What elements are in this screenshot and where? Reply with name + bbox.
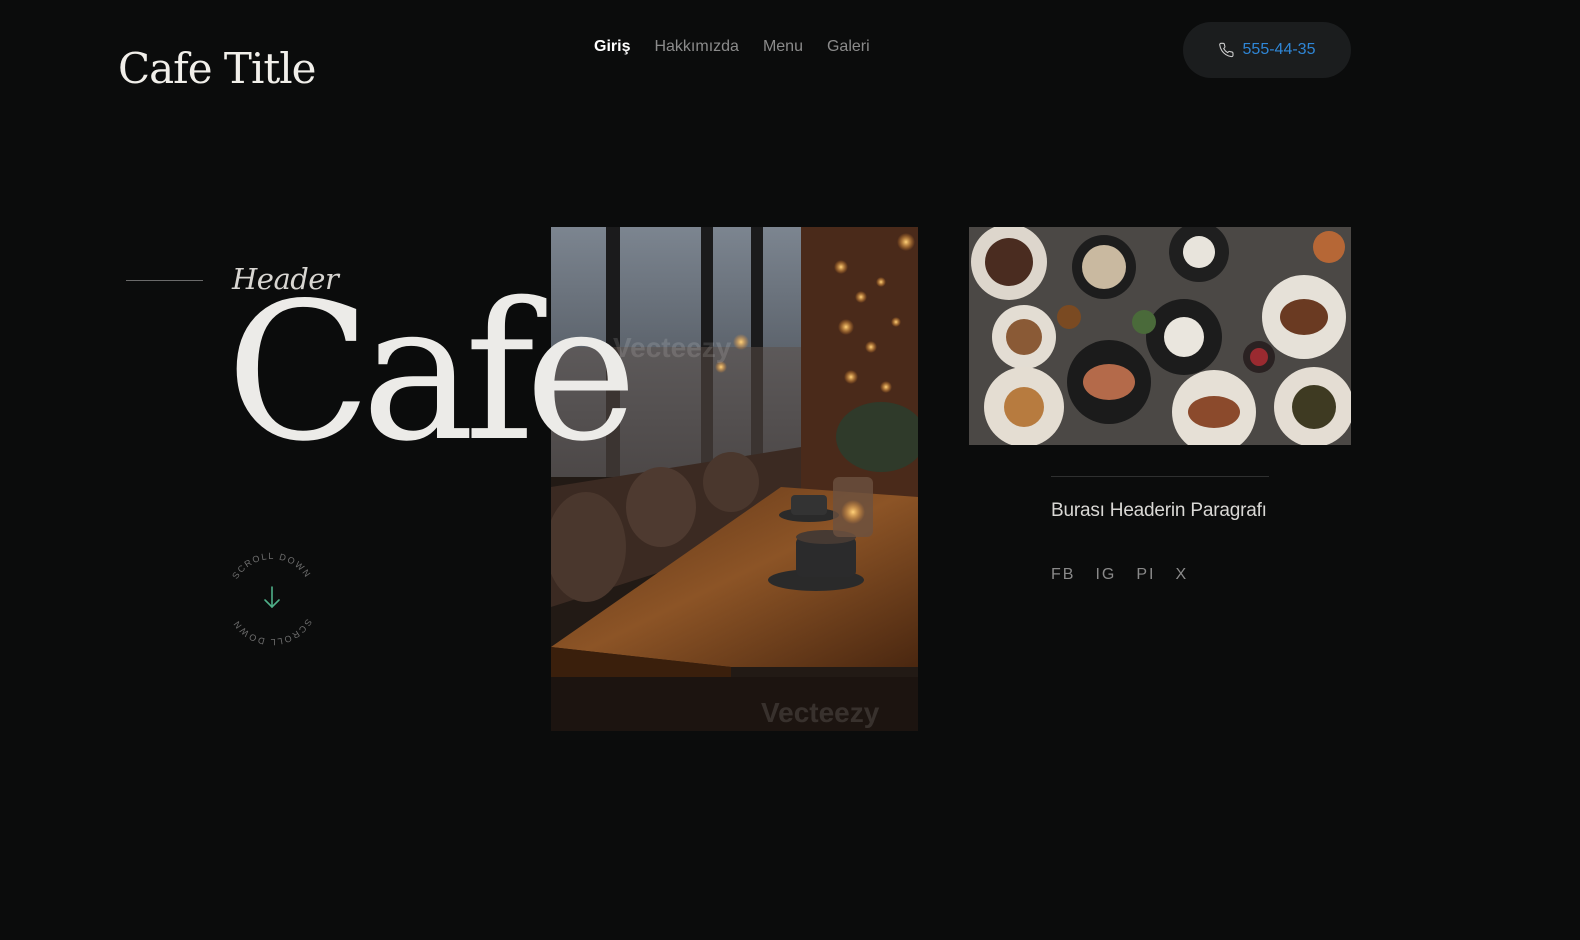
arrow-down-icon <box>264 586 280 609</box>
scroll-down-text: SCROLL DOWN <box>230 551 313 581</box>
social-link-instagram[interactable]: IG <box>1095 566 1116 584</box>
main-nav: Giriş Hakkımızda Menu Galeri <box>594 38 870 56</box>
nav-item-hakkimizda[interactable]: Hakkımızda <box>654 38 738 56</box>
food-spread-image <box>969 227 1351 445</box>
phone-icon <box>1218 42 1234 58</box>
social-link-x[interactable]: X <box>1175 566 1188 584</box>
phone-number: 555-44-35 <box>1242 41 1316 58</box>
site-title[interactable]: Cafe Title <box>118 44 317 93</box>
hero-headline: Cafe <box>226 262 637 483</box>
watermark-text: Vecteezy <box>613 332 732 363</box>
social-links: FB IG PI X <box>1051 566 1188 584</box>
eyebrow-divider <box>126 280 203 281</box>
phone-button[interactable]: 555-44-35 <box>1183 22 1351 78</box>
svg-text:SCROLL DOWN: SCROLL DOWN <box>231 617 314 647</box>
nav-item-giris[interactable]: Giriş <box>594 38 630 56</box>
paragraph-divider <box>1051 476 1269 477</box>
scroll-down-button[interactable]: SCROLL DOWN SCROLL DOWN <box>224 551 320 647</box>
landing-page: Cafe Title Giriş Hakkımızda Menu Galeri … <box>0 0 1580 940</box>
nav-item-menu[interactable]: Menu <box>763 38 803 56</box>
social-link-pinterest[interactable]: PI <box>1136 566 1155 584</box>
social-link-facebook[interactable]: FB <box>1051 566 1075 584</box>
svg-text:Vecteezy: Vecteezy <box>761 697 880 728</box>
nav-item-galeri[interactable]: Galeri <box>827 38 870 56</box>
hero-paragraph: Burası Headerin Paragrafı <box>1051 500 1267 521</box>
